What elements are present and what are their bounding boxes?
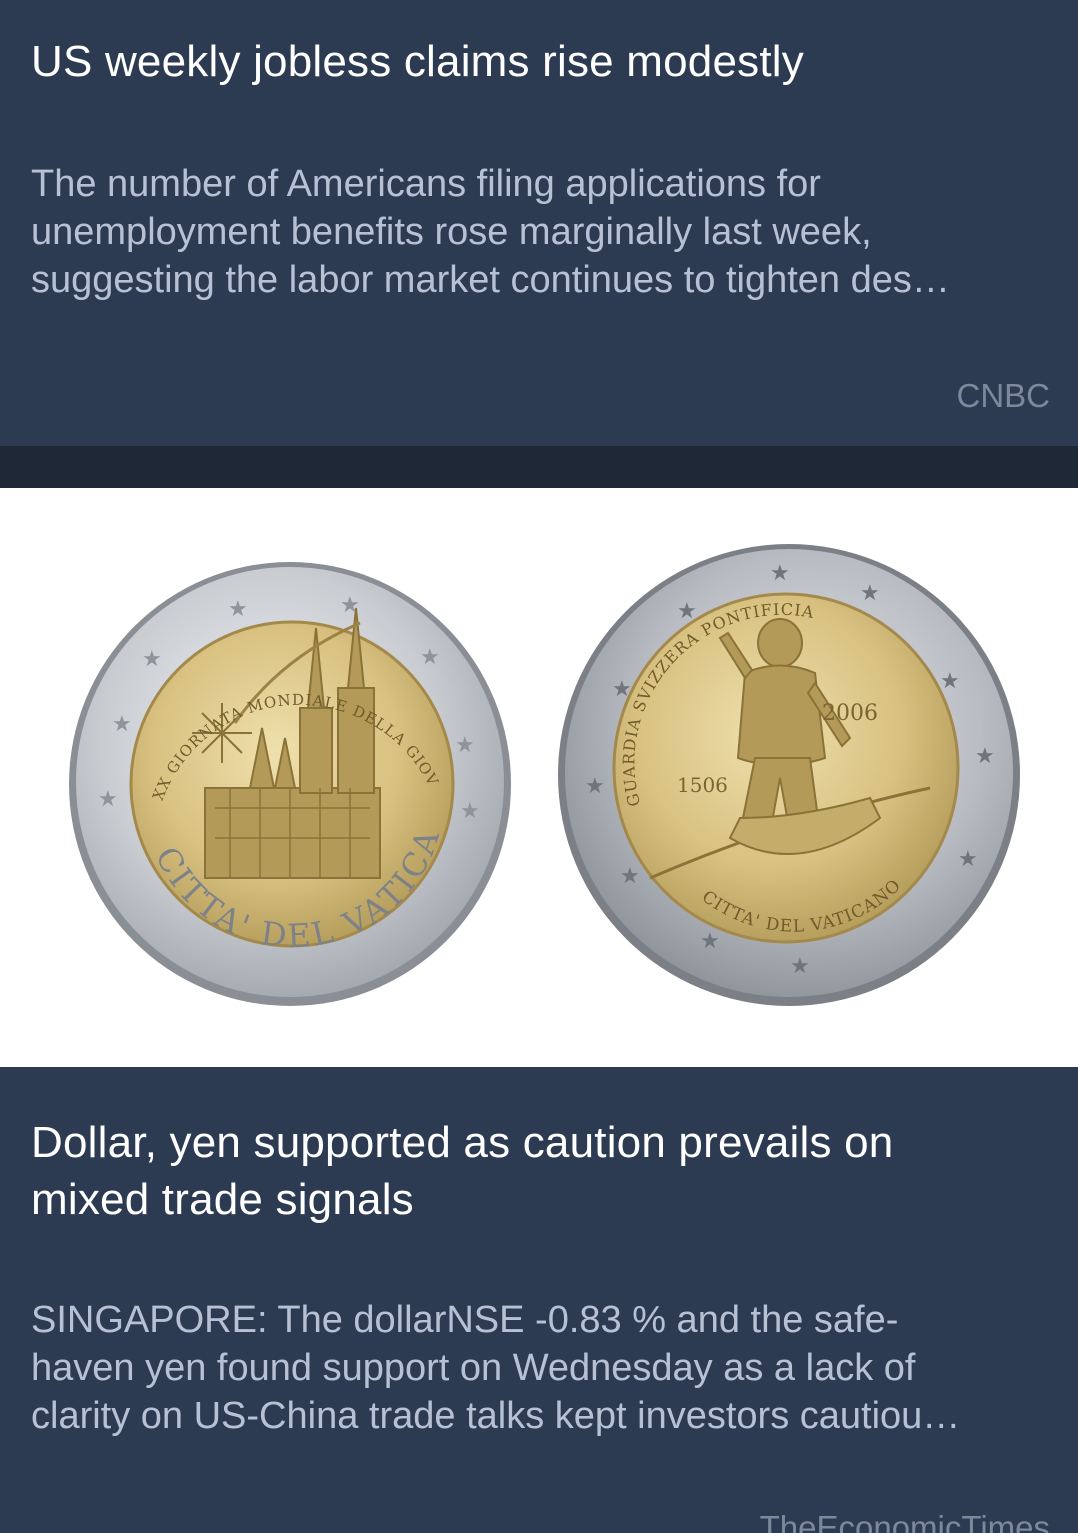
svg-text:★: ★ xyxy=(677,599,697,624)
svg-text:★: ★ xyxy=(790,954,810,979)
coin-right: ★ ★ ★ ★ ★ ★ ★ ★ ★ ★ ★ 1506 2006 GUARDIA … xyxy=(558,544,1020,1006)
title-line: mixed trade signals xyxy=(31,1175,414,1224)
svg-text:★: ★ xyxy=(228,597,248,622)
coin-left: ★ ★ ★ ★ ★ ★ ★ ★ CITTA' DEL VATICANO XX G… xyxy=(0,488,511,1006)
news-card[interactable]: ★ ★ ★ ★ ★ ★ ★ ★ CITTA' DEL VATICANO XX G… xyxy=(0,488,1078,1533)
svg-text:★: ★ xyxy=(975,744,995,769)
article-title[interactable]: US weekly jobless claims rise modestly xyxy=(31,33,1038,90)
svg-text:★: ★ xyxy=(112,712,132,737)
news-feed: US weekly jobless claims rise modestly T… xyxy=(0,0,1078,1533)
summary-line: The number of Americans filing applicati… xyxy=(31,163,821,205)
article-image[interactable]: ★ ★ ★ ★ ★ ★ ★ ★ CITTA' DEL VATICANO XX G… xyxy=(0,488,1078,1067)
summary-line: suggesting the labor market continues to… xyxy=(31,259,950,301)
title-line: Dollar, yen supported as caution prevail… xyxy=(31,1118,894,1167)
coin-right-year: 2006 xyxy=(822,701,878,726)
svg-text:★: ★ xyxy=(700,929,720,954)
coin-right-year: 1506 xyxy=(677,773,728,797)
svg-text:★: ★ xyxy=(770,561,790,586)
svg-text:★: ★ xyxy=(460,799,480,824)
news-card[interactable]: US weekly jobless claims rise modestly T… xyxy=(0,0,1078,446)
svg-text:★: ★ xyxy=(420,645,440,670)
article-title[interactable]: Dollar, yen supported as caution prevail… xyxy=(31,1114,1038,1228)
card-divider xyxy=(0,446,1078,488)
svg-text:★: ★ xyxy=(958,847,978,872)
svg-text:★: ★ xyxy=(142,647,162,672)
svg-text:★: ★ xyxy=(620,864,640,889)
summary-line: haven yen found support on Wednesday as … xyxy=(31,1347,916,1389)
article-summary: The number of Americans filing applicati… xyxy=(31,160,1048,304)
svg-text:★: ★ xyxy=(340,593,360,618)
article-source: TheEconomicTimes xyxy=(759,1509,1050,1533)
article-summary: SINGAPORE: The dollarNSE -0.83 % and the… xyxy=(31,1296,1048,1440)
summary-line: SINGAPORE: The dollarNSE -0.83 % and the… xyxy=(31,1299,899,1341)
svg-text:★: ★ xyxy=(455,733,475,758)
coins-image: ★ ★ ★ ★ ★ ★ ★ ★ CITTA' DEL VATICANO XX G… xyxy=(0,488,1020,1006)
summary-line: unemployment benefits rose marginally la… xyxy=(31,211,872,253)
svg-text:★: ★ xyxy=(940,669,960,694)
summary-line: clarity on US-China trade talks kept inv… xyxy=(31,1395,961,1437)
article-source: CNBC xyxy=(956,377,1050,414)
svg-text:★: ★ xyxy=(612,677,632,702)
svg-text:★: ★ xyxy=(860,581,880,606)
svg-text:★: ★ xyxy=(585,774,605,799)
svg-text:★: ★ xyxy=(98,787,118,812)
